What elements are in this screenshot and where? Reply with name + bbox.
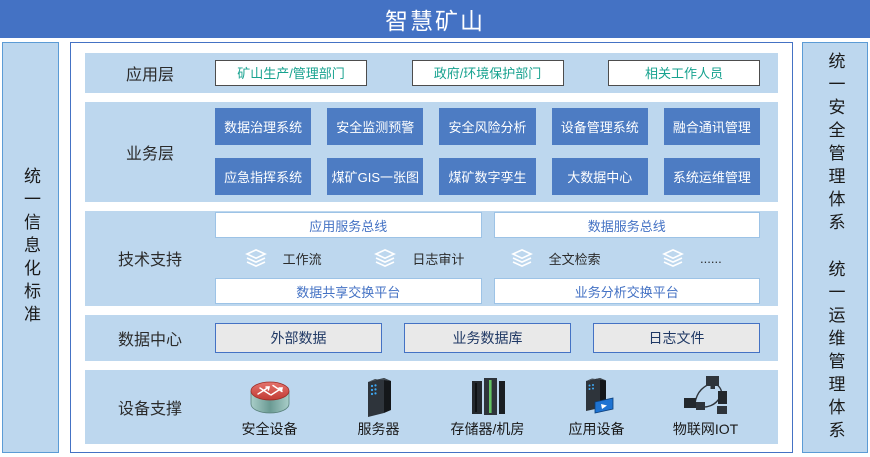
service-bus-box: 应用服务总线 <box>215 212 482 238</box>
layer-application: 应用层 矿山生产/管理部门 政府/环境保护部门 相关工作人员 <box>85 53 778 93</box>
middleware-label: 全文检索 <box>549 249 601 268</box>
service-bus-row: 应用服务总线 数据服务总线 <box>215 212 760 238</box>
device-item: 应用设备 <box>542 375 651 439</box>
device-item: 存储器/机房 <box>433 375 542 439</box>
title-banner: 智慧矿山 <box>0 0 870 38</box>
device-label: 物联网IOT <box>673 419 738 439</box>
left-pillar-text: 统一信息化标准 <box>18 167 43 328</box>
layer-data-center: 数据中心 外部数据 业务数据库 日志文件 <box>85 315 778 361</box>
application-box: 政府/环境保护部门 <box>412 60 564 86</box>
business-module: 设备管理系统 <box>552 108 648 145</box>
middleware-item: 工作流 <box>215 246 351 270</box>
device-label: 应用设备 <box>569 419 625 439</box>
right-pillar-text-security: 统一安全管理体系 <box>823 52 848 236</box>
layer-label: 应用层 <box>85 61 215 85</box>
storage-rack-icon <box>468 375 508 417</box>
business-module: 系统运维管理 <box>664 158 760 195</box>
iot-network-icon <box>682 375 730 417</box>
business-module: 安全监测预警 <box>327 108 423 145</box>
right-pillar: 统一安全管理体系 统一运维管理体系 <box>802 42 868 453</box>
data-source-box: 业务数据库 <box>404 323 571 353</box>
business-row: 应急指挥系统 煤矿GIS一张图 煤矿数字孪生 大数据中心 系统运维管理 <box>215 158 760 195</box>
layers-icon <box>245 249 267 267</box>
business-module: 煤矿数字孪生 <box>439 158 535 195</box>
device-items: 安全设备 <box>215 375 778 439</box>
smart-mine-diagram: 智慧矿山 统一信息化标准 统一安全管理体系 统一运维管理体系 应用层 矿山生产/… <box>0 0 870 457</box>
business-module: 数据治理系统 <box>215 108 311 145</box>
layer-tech-support: 技术支持 应用服务总线 数据服务总线 工作流 <box>85 211 778 307</box>
left-pillar: 统一信息化标准 <box>2 42 59 453</box>
business-module: 应急指挥系统 <box>215 158 311 195</box>
app-device-icon <box>577 375 617 417</box>
device-item: 物联网IOT <box>651 375 760 439</box>
middleware-item: 日志审计 <box>351 246 487 270</box>
business-module: 大数据中心 <box>552 158 648 195</box>
layer-device-support: 设备支撑 <box>85 370 778 444</box>
layer-label: 设备支撑 <box>85 395 215 419</box>
device-label: 服务器 <box>358 419 400 439</box>
application-box: 相关工作人员 <box>608 60 760 86</box>
middleware-label: 日志审计 <box>412 249 464 268</box>
right-pillar-text-ops: 统一运维管理体系 <box>823 260 848 444</box>
data-source-box: 日志文件 <box>593 323 760 353</box>
service-bus-box: 数据服务总线 <box>494 212 761 238</box>
business-module: 融合通讯管理 <box>664 108 760 145</box>
middleware-item: 全文检索 <box>488 246 624 270</box>
platform-box: 数据共享交换平台 <box>215 278 482 304</box>
business-module: 安全风险分析 <box>439 108 535 145</box>
data-source-box: 外部数据 <box>215 323 382 353</box>
business-module: 煤矿GIS一张图 <box>327 158 423 195</box>
application-box: 矿山生产/管理部门 <box>215 60 367 86</box>
device-item: 服务器 <box>324 375 433 439</box>
device-item: 安全设备 <box>215 375 324 439</box>
server-icon <box>362 375 396 417</box>
device-label: 存储器/机房 <box>451 419 525 439</box>
business-modules: 数据治理系统 安全监测预警 安全风险分析 设备管理系统 融合通讯管理 应急指挥系… <box>215 108 778 195</box>
layer-label: 数据中心 <box>85 326 215 350</box>
middleware-label: 工作流 <box>283 249 322 268</box>
layer-business: 业务层 数据治理系统 安全监测预警 安全风险分析 设备管理系统 融合通讯管理 应… <box>85 102 778 202</box>
device-label: 安全设备 <box>242 419 298 439</box>
security-device-icon <box>248 375 292 417</box>
platform-box: 业务分析交换平台 <box>494 278 761 304</box>
layers-icon <box>511 249 533 267</box>
layer-label: 业务层 <box>85 140 215 164</box>
business-row: 数据治理系统 安全监测预警 安全风险分析 设备管理系统 融合通讯管理 <box>215 108 760 145</box>
layers-icon <box>374 249 396 267</box>
middleware-row: 工作流 日志审计 <box>215 246 760 270</box>
middleware-item: ...... <box>624 246 760 270</box>
tech-content: 应用服务总线 数据服务总线 工作流 <box>215 212 778 304</box>
page-title: 智慧矿山 <box>385 2 485 36</box>
application-boxes: 矿山生产/管理部门 政府/环境保护部门 相关工作人员 <box>215 60 778 86</box>
layers-icon <box>662 249 684 267</box>
data-boxes: 外部数据 业务数据库 日志文件 <box>215 323 778 353</box>
layer-label: 技术支持 <box>85 246 215 270</box>
middleware-label: ...... <box>700 251 722 266</box>
architecture-panel: 应用层 矿山生产/管理部门 政府/环境保护部门 相关工作人员 业务层 数据治理系… <box>70 42 793 453</box>
platform-row: 数据共享交换平台 业务分析交换平台 <box>215 278 760 304</box>
